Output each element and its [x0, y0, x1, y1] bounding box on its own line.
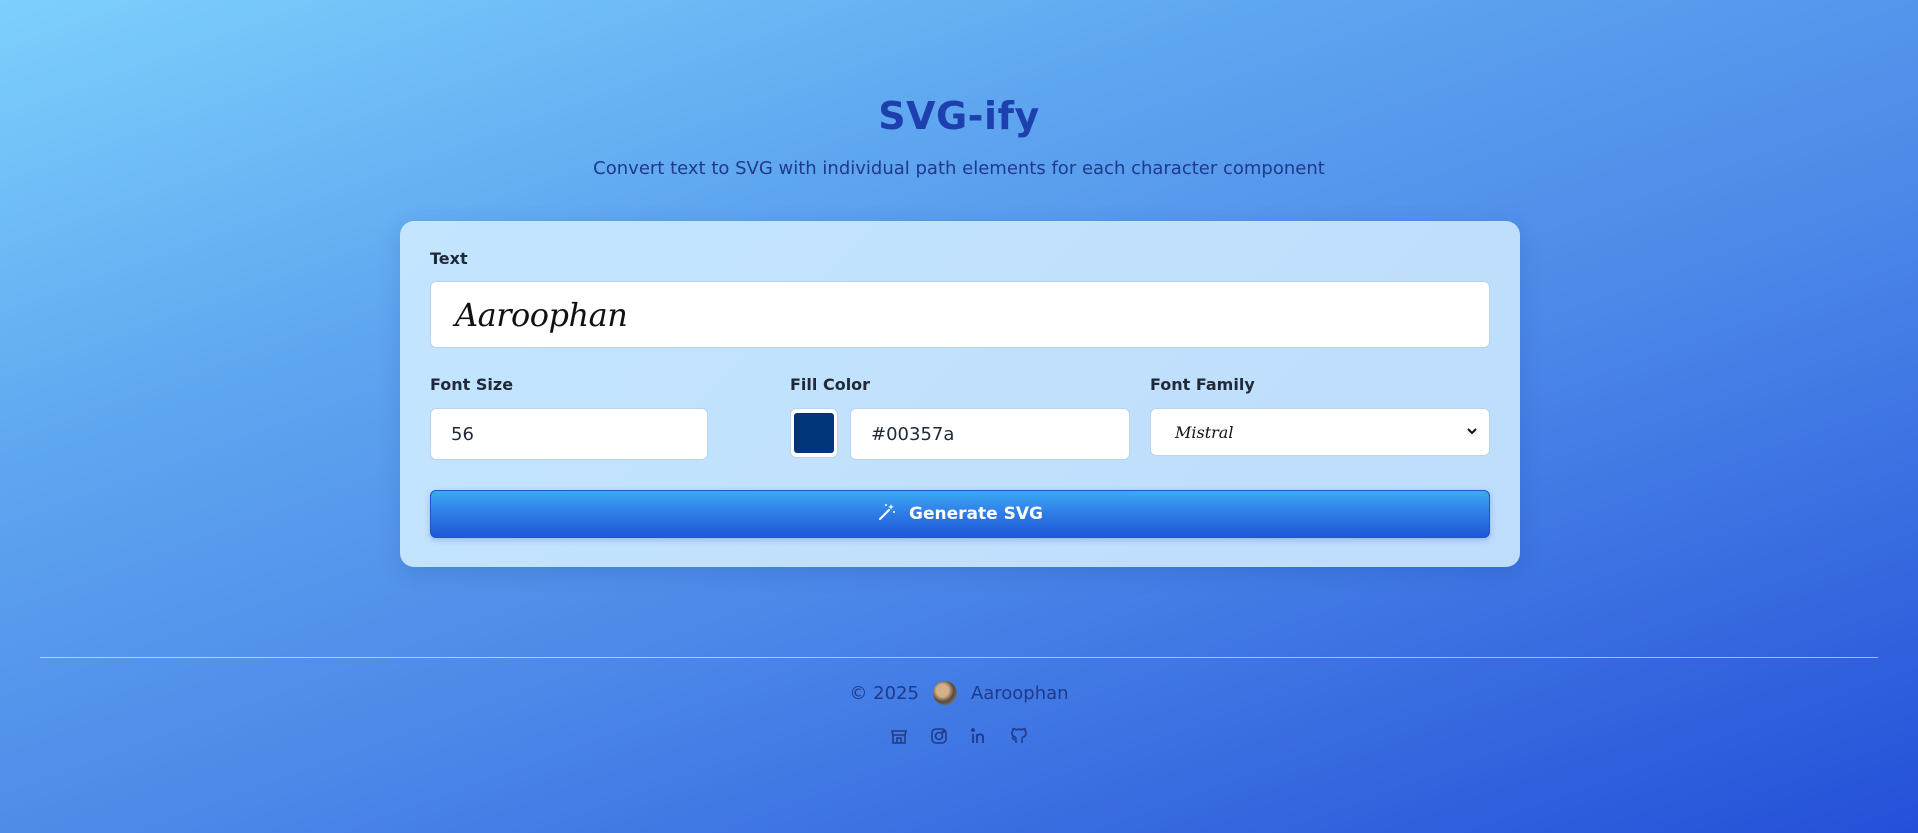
fill-color-input[interactable]: #00357a [850, 408, 1130, 460]
page-subtitle: Convert text to SVG with individual path… [593, 158, 1325, 179]
generate-svg-label: Generate SVG [909, 504, 1043, 524]
font-family-value: Mistral [1175, 422, 1234, 442]
text-input[interactable]: Aaroophan [430, 281, 1490, 348]
magic-wand-icon [877, 502, 897, 527]
footer-divider [40, 657, 1878, 658]
font-family-label: Font Family [1150, 375, 1255, 394]
author-name[interactable]: Aaroophan [971, 683, 1069, 704]
instagram-icon[interactable] [930, 727, 948, 745]
chevron-down-icon [1465, 423, 1479, 442]
font-size-value: 56 [451, 423, 474, 445]
fill-color-value: #00357a [871, 423, 955, 445]
generate-svg-button[interactable]: Generate SVG [430, 490, 1490, 538]
social-links [0, 727, 1918, 745]
header: SVG-ify Convert text to SVG with individ… [0, 94, 1918, 179]
copyright-text: © 2025 [849, 682, 919, 704]
text-input-value: Aaroophan [455, 295, 628, 334]
footer: © 2025 Aaroophan [0, 681, 1918, 705]
text-label: Text [430, 249, 468, 268]
fill-color-label: Fill Color [790, 375, 871, 394]
page-title: SVG-ify [878, 94, 1040, 138]
font-family-select[interactable]: Mistral [1150, 408, 1490, 456]
font-size-input[interactable]: 56 [430, 408, 708, 460]
font-size-label: Font Size [430, 375, 514, 394]
avatar [932, 681, 957, 705]
color-swatch [794, 413, 834, 453]
store-icon[interactable] [890, 727, 908, 745]
linkedin-icon[interactable] [970, 727, 988, 745]
github-icon[interactable] [1010, 727, 1028, 745]
fill-color-picker[interactable] [790, 408, 838, 458]
svg-form-card: Text Aaroophan Font Size 56 Fill Color #… [400, 221, 1520, 567]
